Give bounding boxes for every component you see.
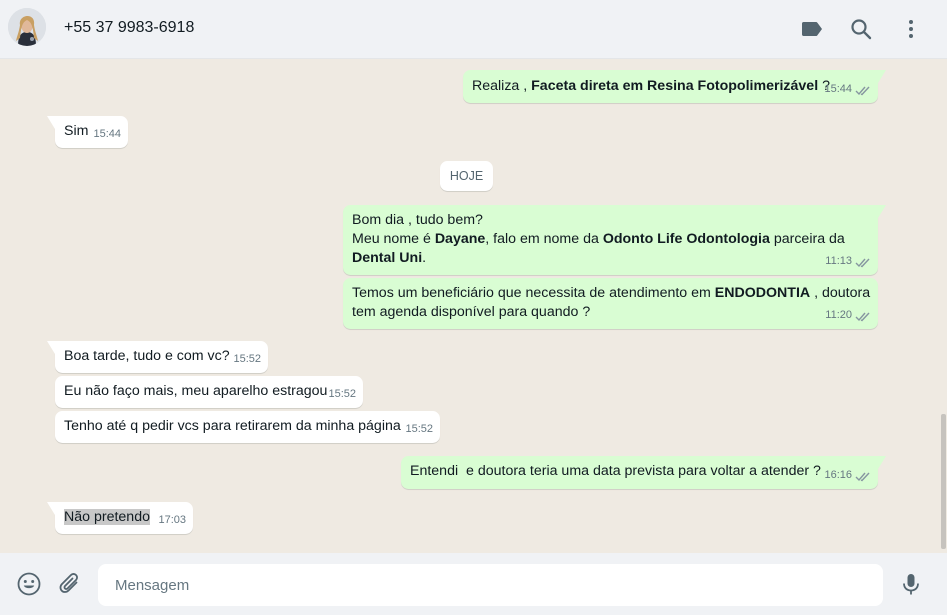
message-meta: 15:52 [328, 385, 356, 404]
message-text: Realiza , Faceta direta em Resina Fotopo… [472, 78, 830, 94]
read-ticks-icon [855, 310, 871, 322]
message-meta: 15:44 [824, 80, 871, 99]
compose-bar [0, 553, 947, 615]
message-text: Tenho até q pedir vcs para retirarem da … [64, 418, 401, 434]
label-icon[interactable] [799, 16, 825, 42]
message-text-line: Bom dia , tudo bem? [352, 212, 483, 228]
message-bubble-outgoing[interactable]: Entendi e doutora teria uma data previst… [401, 456, 886, 489]
message-bubble-outgoing[interactable]: Realiza , Faceta direta em Resina Fotopo… [463, 70, 886, 103]
message-text-line: Temos um beneficiário que necessita de a… [352, 285, 871, 301]
message-bubble-outgoing[interactable]: Bom dia , tudo bem? Meu nome é Dayane, f… [343, 205, 886, 275]
message-meta: 15:52 [405, 420, 433, 439]
message-input[interactable] [98, 564, 883, 606]
chat-header: +55 37 9983-6918 [0, 0, 947, 59]
message-text: Entendi e doutora teria uma data previst… [410, 463, 821, 479]
message-text: Boa tarde, tudo e com vc? [64, 348, 230, 364]
microphone-icon[interactable] [898, 571, 924, 597]
contact-name[interactable]: +55 37 9983-6918 [64, 19, 194, 37]
message-time: 15:52 [405, 423, 433, 435]
message-list[interactable]: Realiza , Faceta direta em Resina Fotopo… [0, 59, 947, 553]
search-icon[interactable] [848, 16, 874, 42]
scrollbar-thumb[interactable] [941, 414, 946, 549]
menu-icon[interactable] [898, 16, 924, 42]
message-text: Sim [64, 123, 89, 139]
read-ticks-icon [855, 84, 871, 96]
contact-avatar[interactable] [8, 8, 46, 46]
message-text: Não pretendo [64, 508, 150, 527]
message-time: 15:44 [93, 128, 121, 140]
message-text-line: tem agenda disponível para quando ? [352, 304, 591, 320]
message-time: 15:52 [328, 388, 356, 400]
message-bubble-incoming[interactable]: Tenho até q pedir vcs para retirarem da … [55, 411, 440, 443]
attach-icon[interactable] [57, 571, 83, 597]
message-time: 11:13 [825, 255, 852, 267]
message-bubble-incoming[interactable]: Boa tarde, tudo e com vc? 15:52 [47, 341, 268, 373]
message-time: 15:52 [233, 353, 261, 365]
message-meta: 15:52 [233, 350, 261, 369]
message-bubble-incoming[interactable]: Sim 15:44 [47, 116, 128, 148]
message-time: 16:16 [824, 469, 852, 481]
message-time: 15:44 [824, 83, 852, 95]
message-meta: 16:16 [824, 466, 871, 485]
emoji-icon[interactable] [16, 571, 42, 597]
read-ticks-icon [855, 470, 871, 482]
message-meta: 11:13 [825, 252, 871, 271]
message-time: 17:03 [158, 514, 186, 526]
message-meta: 11:20 [825, 306, 871, 325]
message-bubble-incoming[interactable]: Não pretendo 17:03 [47, 502, 193, 534]
selected-text: Não pretendo [64, 509, 150, 525]
day-separator: HOJE [440, 161, 493, 191]
message-text-line: Meu nome é Dayane, falo em nome da Odont… [352, 231, 845, 247]
message-text-line: Dental Uni. [352, 250, 427, 266]
message-meta: 15:44 [93, 125, 121, 144]
message-time: 11:20 [825, 309, 852, 321]
message-bubble-outgoing[interactable]: Temos um beneficiário que necessita de a… [343, 278, 878, 329]
read-ticks-icon [855, 256, 871, 268]
message-meta: 17:03 [158, 511, 186, 530]
message-bubble-incoming[interactable]: Eu não faço mais, meu aparelho estragou … [55, 376, 363, 408]
message-text: Eu não faço mais, meu aparelho estragou [64, 383, 328, 399]
